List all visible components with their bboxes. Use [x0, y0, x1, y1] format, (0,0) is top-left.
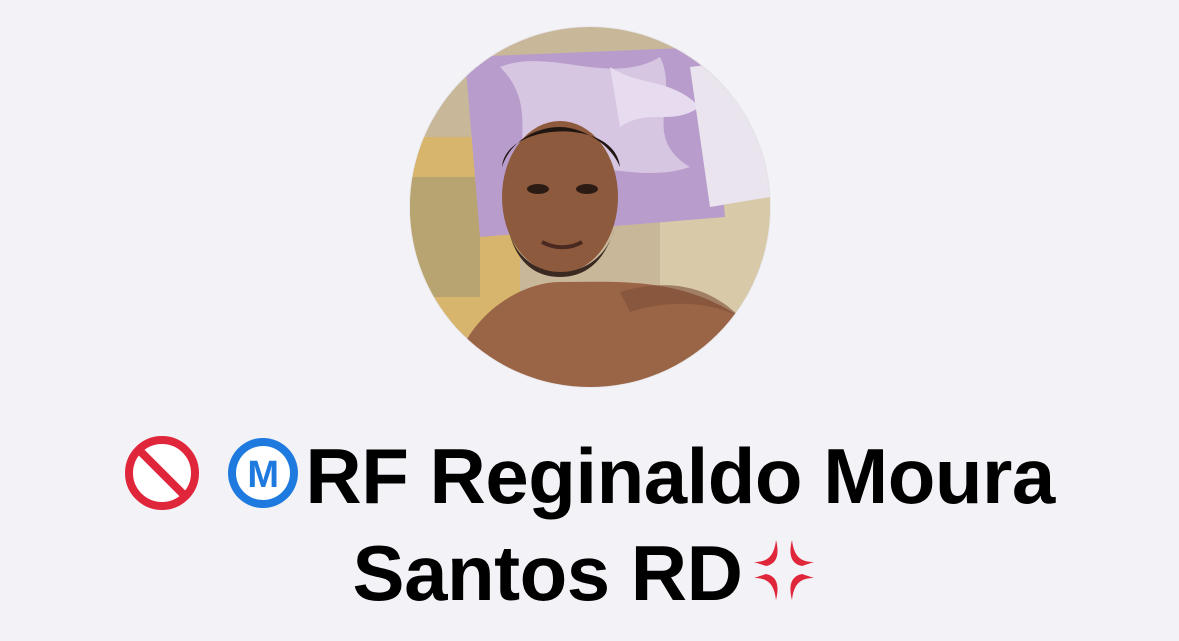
svg-text:M: M: [248, 454, 279, 496]
contact-name-line-2: Santos RD: [0, 525, 1179, 622]
no-entry-icon: [124, 435, 200, 511]
avatar-photo: [410, 27, 770, 387]
contact-name-line-1-text: RF Reginaldo Moura: [305, 432, 1055, 520]
anger-symbol-icon: [746, 532, 822, 608]
contact-name: M RF Reginaldo Moura Santos RD: [0, 428, 1179, 622]
circled-m-icon: M: [225, 435, 301, 511]
contact-profile-header: M RF Reginaldo Moura Santos RD: [0, 0, 1179, 641]
contact-name-line-1: M RF Reginaldo Moura: [0, 428, 1179, 525]
contact-avatar[interactable]: [410, 27, 770, 387]
contact-name-line-2-text: Santos RD: [352, 529, 743, 617]
